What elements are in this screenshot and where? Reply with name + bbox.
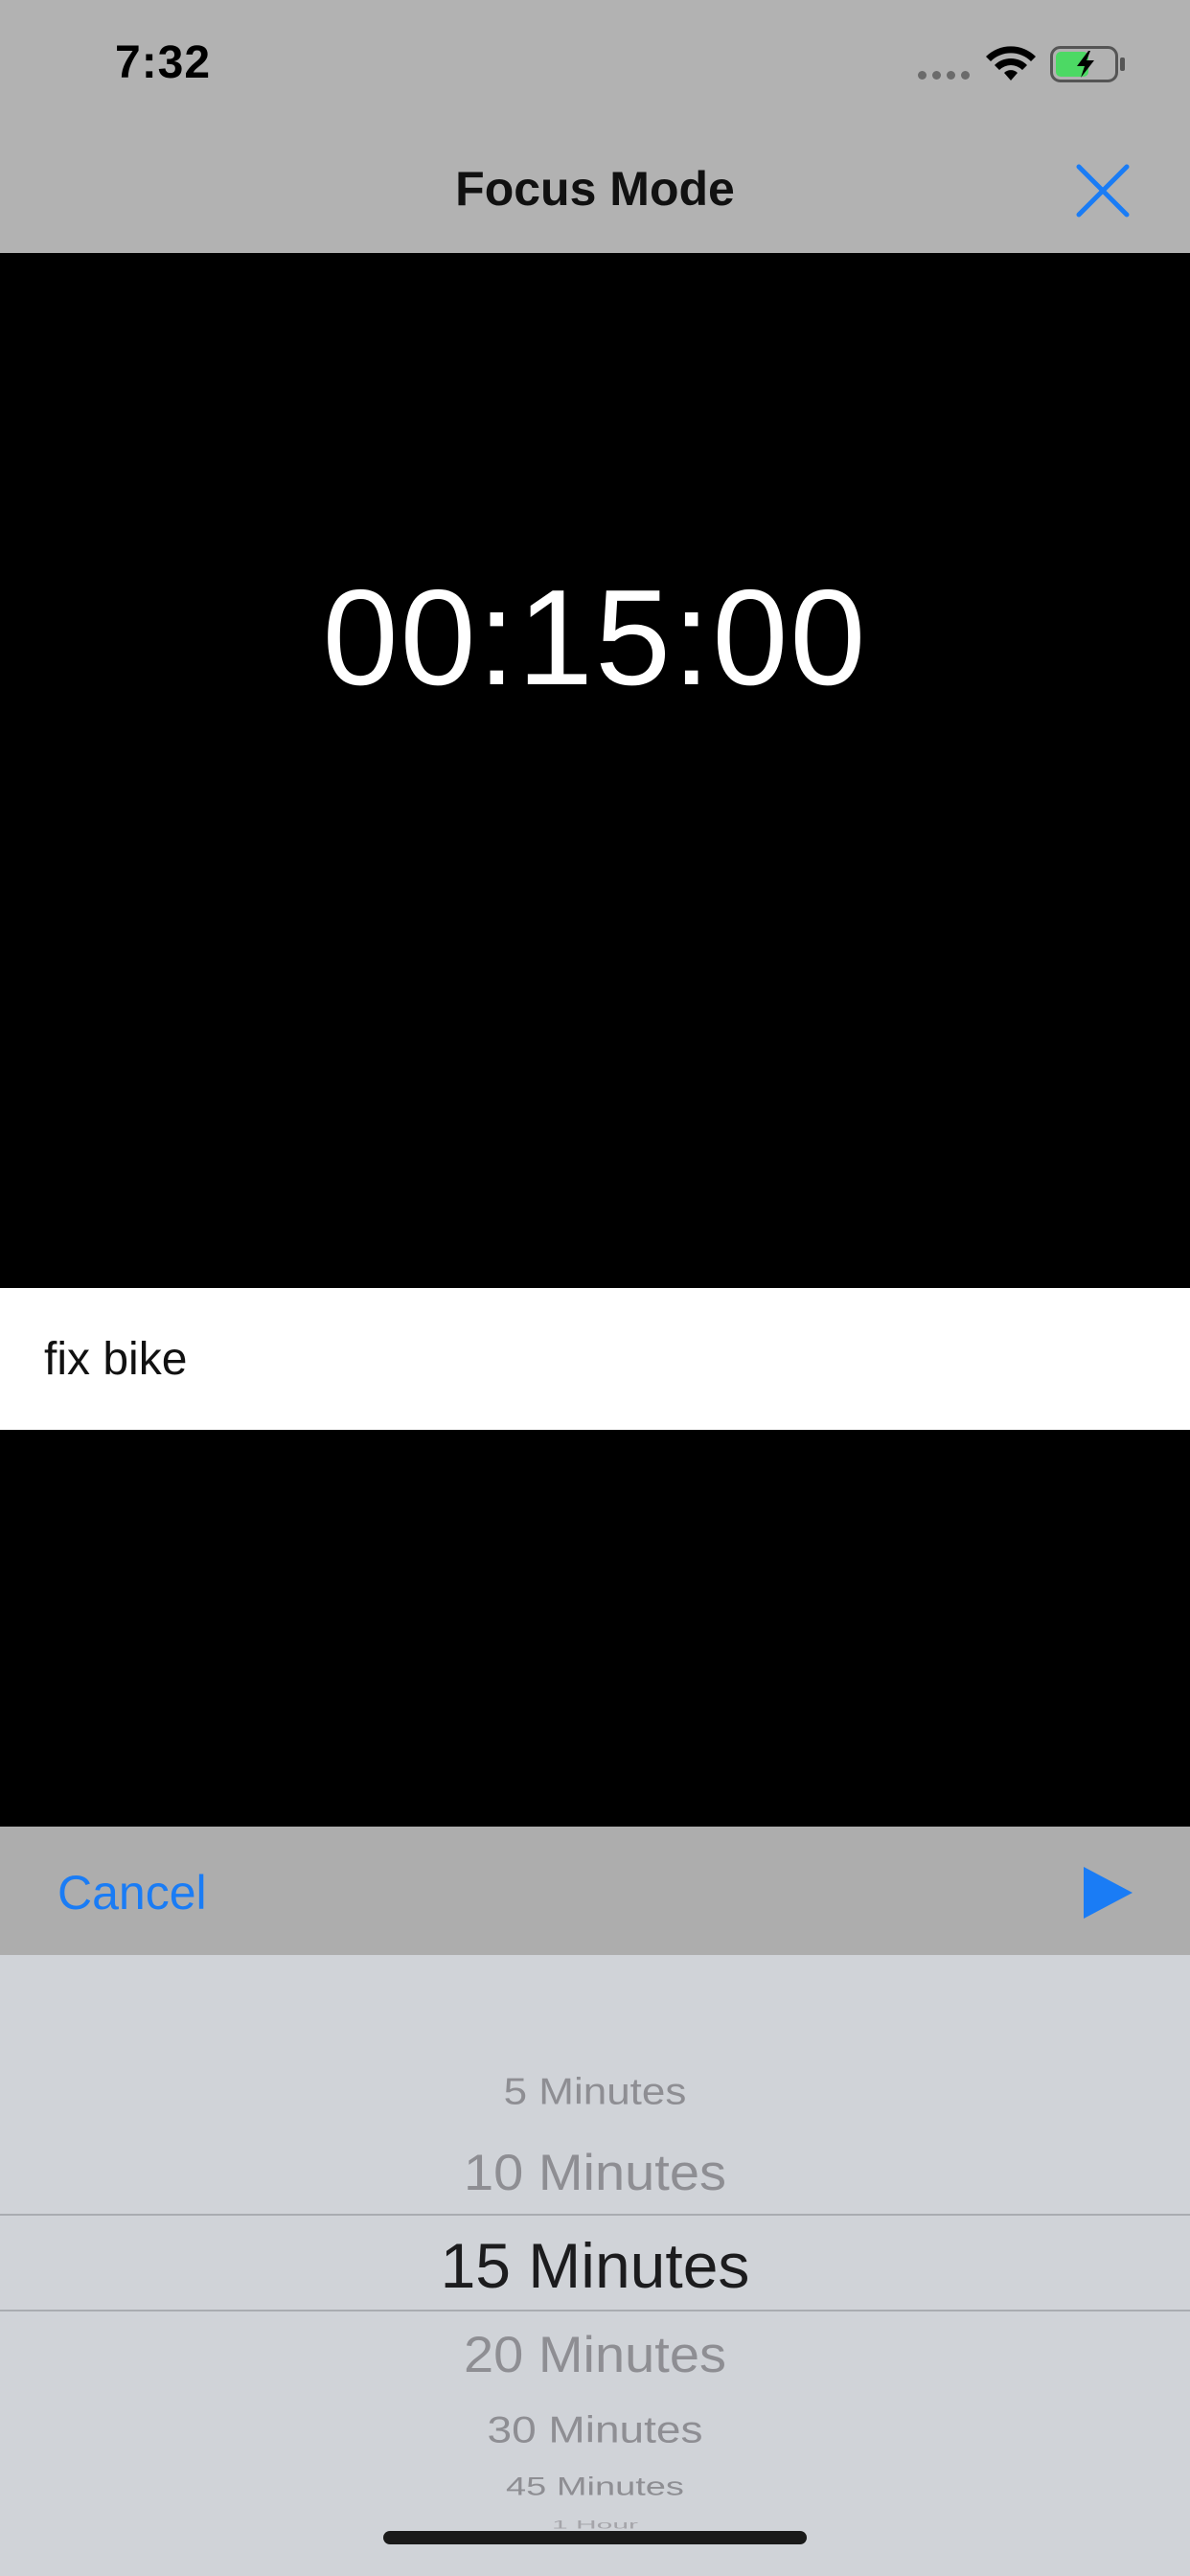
picker-option[interactable]: 1 Hour (0, 2518, 1190, 2532)
battery-charging-icon (1050, 46, 1125, 82)
picker-option[interactable]: 10 Minutes (0, 2143, 1190, 2202)
picker-option[interactable]: 45 Minutes (0, 2472, 1190, 2501)
home-indicator[interactable] (383, 2531, 807, 2544)
toolbar: Cancel (0, 1827, 1190, 1955)
picker-option-selected[interactable]: 15 Minutes (0, 2229, 1190, 2302)
picker-option[interactable]: 20 Minutes (0, 2325, 1190, 2384)
cancel-button[interactable]: Cancel (57, 1865, 207, 1920)
duration-picker[interactable]: 5 Minutes 10 Minutes 15 Minutes 20 Minut… (0, 1955, 1190, 2576)
picker-option[interactable]: 30 Minutes (0, 2407, 1190, 2451)
close-icon[interactable] (1069, 157, 1136, 224)
status-time: 7:32 (115, 37, 212, 88)
task-name-field[interactable] (0, 1288, 1190, 1430)
play-icon[interactable] (1081, 1865, 1134, 1920)
picker-option[interactable]: 5 Minutes (0, 2071, 1190, 2113)
wifi-icon (986, 46, 1036, 80)
page-title: Focus Mode (455, 162, 735, 216)
timer-area: 00:15:00 (0, 253, 1190, 1288)
status-bar: 7:32 (0, 0, 1190, 134)
timer-display: 00:15:00 (322, 562, 868, 714)
cellular-signal-icon (918, 71, 970, 80)
navigation-bar: Focus Mode (0, 134, 1190, 253)
spacer (0, 1430, 1190, 1827)
